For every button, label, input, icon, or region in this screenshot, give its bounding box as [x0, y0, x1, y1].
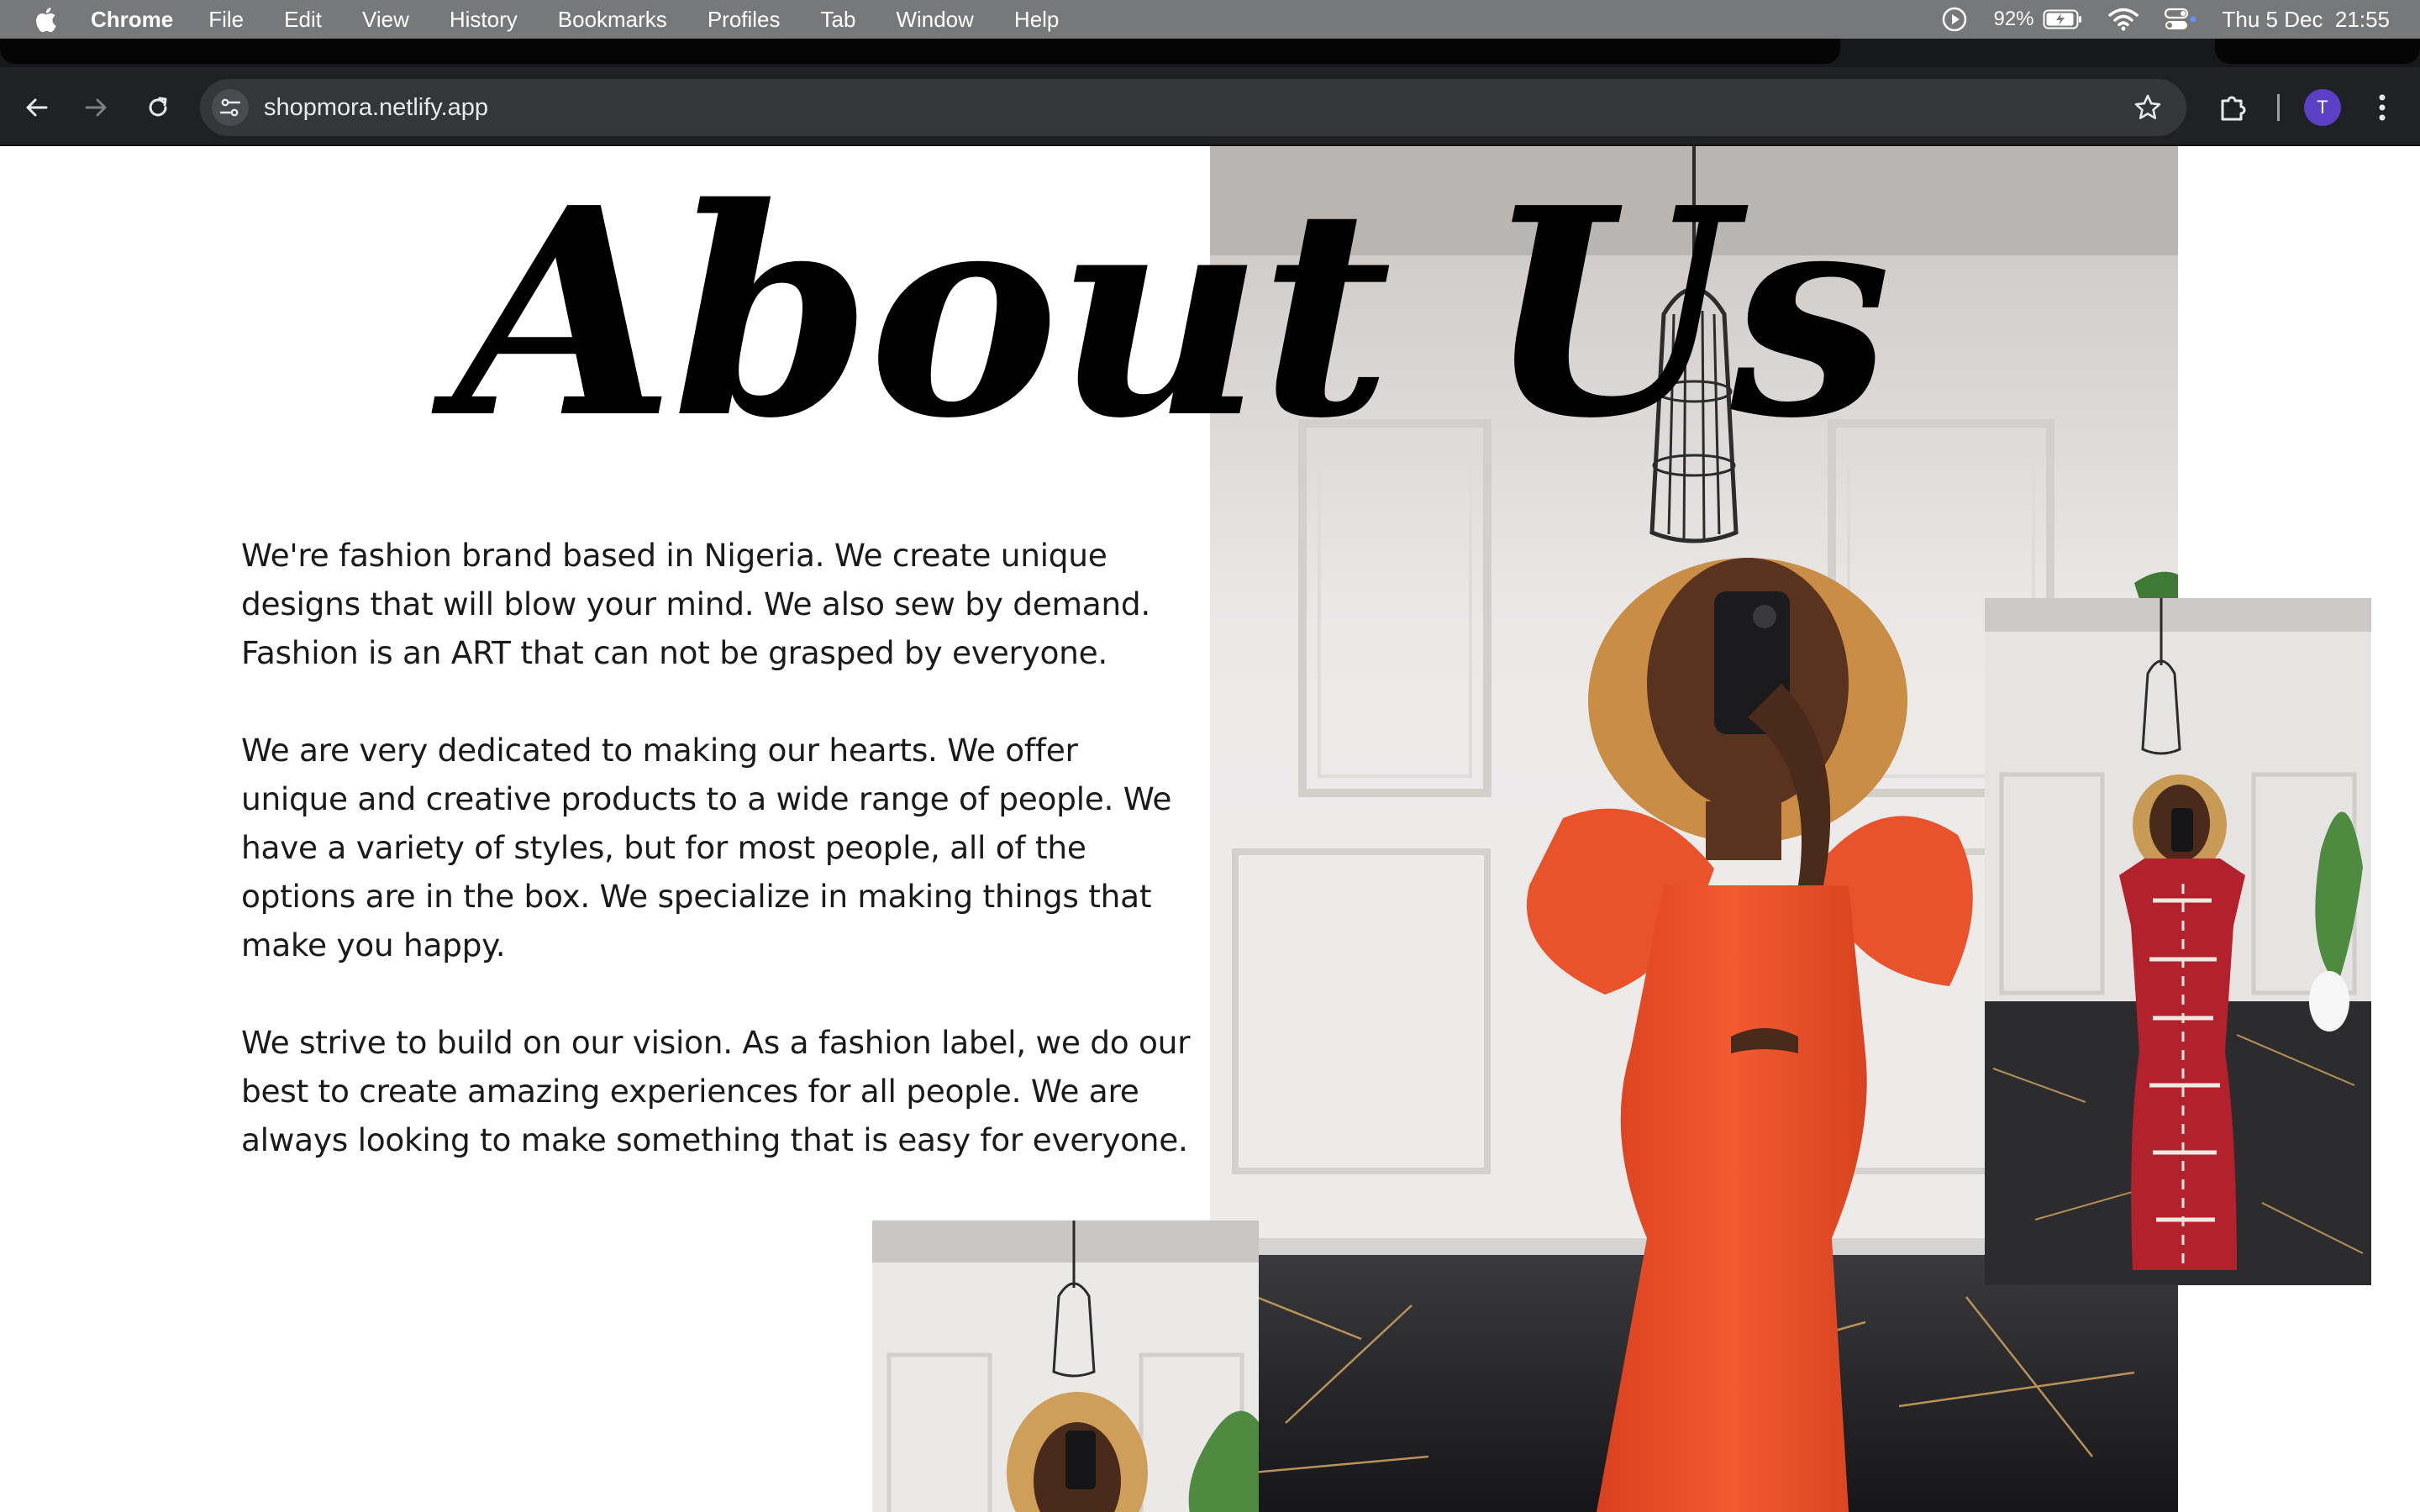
- apple-logo-icon[interactable]: [34, 5, 60, 34]
- page-title: About Us: [454, 146, 1891, 481]
- app-menus: Chrome File Edit View History Bookmarks …: [91, 0, 1099, 39]
- model-bottom-photo: [872, 1221, 1259, 1512]
- about-description: We're fashion brand based in Nigeria. We…: [241, 531, 1191, 1213]
- toolbar-separator: [2277, 94, 2280, 121]
- more-menu-icon[interactable]: [2368, 89, 2396, 126]
- extensions-puzzle-icon[interactable]: [2215, 89, 2252, 126]
- arrow-right-icon: [85, 98, 107, 117]
- forward-button[interactable]: [77, 89, 114, 126]
- reload-button[interactable]: [139, 89, 176, 126]
- bookmark-star-icon[interactable]: [2133, 92, 2163, 123]
- about-paragraph-3: We strive to build on our vision. As a f…: [241, 1024, 1191, 1158]
- address-bar[interactable]: shopmora.netlify.app: [200, 79, 2186, 136]
- menu-history[interactable]: History: [450, 7, 518, 33]
- menu-view[interactable]: View: [362, 7, 409, 33]
- menu-bookmarks[interactable]: Bookmarks: [558, 7, 667, 33]
- battery-percent: 92%: [1993, 8, 2034, 30]
- url-text[interactable]: shopmora.netlify.app: [264, 79, 488, 136]
- profile-initial: T: [2317, 97, 2328, 118]
- menu-profiles[interactable]: Profiles: [708, 7, 781, 33]
- menu-tab[interactable]: Tab: [821, 7, 856, 33]
- now-playing-icon[interactable]: [1941, 6, 1968, 33]
- site-info-button[interactable]: [212, 89, 249, 126]
- browser-toolbar: shopmora.netlify.app T: [0, 67, 2420, 146]
- menu-edit[interactable]: Edit: [284, 7, 322, 33]
- browser-tab-strip: [0, 39, 2420, 67]
- menu-app-name[interactable]: Chrome: [91, 7, 173, 33]
- about-paragraph-2: We are very dedicated to making our hear…: [241, 732, 1172, 963]
- wifi-icon[interactable]: [2107, 8, 2139, 31]
- arrow-left-icon: [26, 98, 48, 117]
- browser-tab[interactable]: [0, 39, 1840, 64]
- menu-file[interactable]: File: [208, 7, 244, 33]
- control-center-icon[interactable]: [2164, 7, 2197, 32]
- menubar-clock[interactable]: Thu 5 Dec 21:55: [2223, 7, 2390, 33]
- status-area: 92% Thu 5 Dec 21:55: [1916, 0, 2390, 39]
- model-red-patterned-dress-photo: [1985, 598, 2371, 1285]
- about-page: About Us We're fashion brand based in Ni…: [0, 146, 2420, 1512]
- reload-icon: [149, 97, 167, 117]
- menu-help[interactable]: Help: [1014, 7, 1059, 33]
- back-button[interactable]: [18, 89, 55, 126]
- macos-menu-bar: Chrome File Edit View History Bookmarks …: [0, 0, 2420, 39]
- battery-icon[interactable]: [2043, 8, 2083, 30]
- browser-tab[interactable]: [2215, 39, 2420, 64]
- menu-window[interactable]: Window: [896, 7, 973, 33]
- tune-icon: [219, 98, 241, 117]
- about-paragraph-1: We're fashion brand based in Nigeria. We…: [241, 537, 1150, 671]
- profile-avatar[interactable]: T: [2304, 89, 2341, 126]
